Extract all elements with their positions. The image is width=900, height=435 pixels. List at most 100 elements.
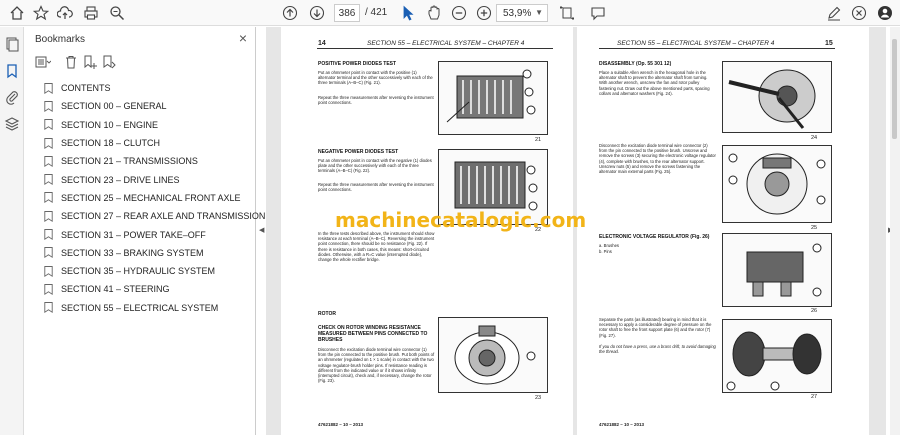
- paragraph: Repeat the three measurements after reve…: [318, 182, 434, 193]
- bookmark-item[interactable]: SECTION 21 – TRANSMISSIONS: [25, 152, 256, 170]
- bookmark-item[interactable]: SECTION 27 – REAR AXLE AND TRANSMISSION: [25, 207, 265, 225]
- zoom-in-icon[interactable]: [475, 4, 493, 22]
- bookmarks-title: Bookmarks: [35, 34, 86, 45]
- page-number-input[interactable]: 386: [334, 4, 360, 22]
- bookmark-item[interactable]: CONTENTS: [25, 79, 256, 97]
- home-icon[interactable]: [8, 4, 26, 22]
- bookmark-item[interactable]: SECTION 31 – POWER TAKE–OFF: [25, 225, 256, 243]
- page-number: 14: [318, 40, 326, 47]
- close-icon[interactable]: ×: [239, 30, 247, 46]
- header-rule: [317, 48, 553, 49]
- bookmark-icon: [44, 302, 53, 314]
- bookmark-item[interactable]: SECTION 10 – ENGINE: [25, 116, 256, 134]
- bookmark-icon: [44, 174, 53, 186]
- document-viewer[interactable]: 14 SECTION 55 – ELECTRICAL SYSTEM – CHAP…: [266, 27, 886, 435]
- cloud-upload-icon[interactable]: [56, 4, 74, 22]
- bookmark-icon: [44, 119, 53, 131]
- figure-image: [438, 61, 548, 135]
- zoom-value: 53,9%: [503, 7, 532, 19]
- page-down-icon[interactable]: [308, 4, 326, 22]
- zoom-out-icon[interactable]: [450, 4, 468, 22]
- collapse-panel-icon[interactable]: ◀: [259, 226, 264, 234]
- bookmark-label: SECTION 18 – CLUTCH: [61, 138, 161, 149]
- zoom-select[interactable]: 53,9% ▼: [496, 4, 548, 22]
- page-footer: 47621882 – 10 – 2013: [599, 422, 645, 427]
- print-icon[interactable]: [82, 4, 100, 22]
- watermark-text: machinecatalogic.com: [335, 208, 587, 232]
- paragraph: Place a suitable Allen wrench in the hex…: [599, 70, 710, 96]
- bookmark-icon: [44, 210, 53, 222]
- figure-number: 23: [535, 395, 542, 401]
- bookmark-list: CONTENTS SECTION 00 – GENERAL SECTION 10…: [25, 79, 265, 317]
- bookmark-item[interactable]: SECTION 35 – HYDRAULIC SYSTEM: [25, 262, 256, 280]
- bookmark-icon: [44, 100, 53, 112]
- options-menu-icon[interactable]: [35, 54, 52, 70]
- bookmark-label: SECTION 21 – TRANSMISSIONS: [61, 156, 198, 167]
- select-cursor-icon[interactable]: [399, 4, 417, 22]
- account-icon[interactable]: [876, 4, 894, 22]
- figure-image: [722, 233, 832, 307]
- bookmark-icon[interactable]: [4, 63, 20, 79]
- bookmark-tag-icon[interactable]: [101, 54, 117, 70]
- share-icon[interactable]: [850, 4, 868, 22]
- bookmark-icon: [44, 155, 53, 167]
- bookmark-icon: [44, 229, 53, 241]
- vertical-scrollbar[interactable]: [890, 27, 900, 435]
- bookmark-icon: [44, 82, 53, 94]
- bookmark-item[interactable]: SECTION 00 – GENERAL: [25, 97, 256, 115]
- paragraph: Repeat the three measurements after reve…: [318, 95, 434, 106]
- figure-number: 27: [811, 394, 818, 400]
- bookmark-item[interactable]: SECTION 33 – BRAKING SYSTEM: [25, 244, 256, 262]
- paragraph: Disconnect the excitation diode terminal…: [318, 347, 435, 384]
- page-right: SECTION 55 – ELECTRICAL SYSTEM – CHAPTER…: [577, 27, 869, 435]
- chevron-down-icon: ▼: [535, 8, 543, 17]
- bookmark-item[interactable]: SECTION 18 – CLUTCH: [25, 134, 256, 152]
- section-heading: NEGATIVE POWER DIODES TEST: [318, 149, 399, 155]
- comment-icon[interactable]: [589, 4, 607, 22]
- new-bookmark-icon[interactable]: [82, 54, 98, 70]
- paragraph: Put an ohmmeter point in contact with th…: [318, 158, 432, 174]
- bookmark-item[interactable]: SECTION 55 – ELECTRICAL SYSTEM: [25, 299, 256, 317]
- page-number: 15: [825, 40, 833, 47]
- toolbar: 386 / 421 53,9% ▼: [0, 0, 900, 26]
- bookmark-icon: [44, 247, 53, 259]
- figure-image: [722, 61, 832, 133]
- hand-tool-icon[interactable]: [425, 4, 443, 22]
- bookmark-label: SECTION 27 – REAR AXLE AND TRANSMISSION: [61, 211, 266, 222]
- bookmark-label: SECTION 35 – HYDRAULIC SYSTEM: [61, 266, 216, 277]
- bookmark-label: SECTION 10 – ENGINE: [61, 119, 159, 130]
- search-icon[interactable]: [108, 4, 126, 22]
- attachment-icon[interactable]: [4, 89, 20, 105]
- bookmark-icon: [44, 137, 53, 149]
- page-header: SECTION 55 – ELECTRICAL SYSTEM – CHAPTER…: [617, 40, 775, 47]
- figure-number: 24: [811, 135, 818, 141]
- bookmark-label: SECTION 25 – MECHANICAL FRONT AXLE: [61, 192, 241, 203]
- figure-image: [438, 317, 548, 393]
- bookmark-item[interactable]: SECTION 23 – DRIVE LINES: [25, 170, 256, 188]
- bookmark-label: CONTENTS: [61, 83, 111, 94]
- scrollbar-thumb[interactable]: [892, 39, 897, 139]
- bookmark-label: SECTION 33 – BRAKING SYSTEM: [61, 247, 204, 258]
- bookmark-label: SECTION 55 – ELECTRICAL SYSTEM: [61, 302, 219, 313]
- figure-image: [722, 145, 832, 223]
- paragraph: Put an ohmmeter point in contact with th…: [318, 70, 433, 86]
- section-heading: POSITIVE POWER DIODES TEST: [318, 61, 397, 67]
- bookmark-item[interactable]: SECTION 41 – STEERING: [25, 280, 256, 298]
- fit-page-icon[interactable]: [558, 4, 576, 22]
- section-heading: ELECTRONIC VOLTAGE REGULATOR (Fig. 26): [599, 234, 710, 240]
- star-icon[interactable]: [32, 4, 50, 22]
- page-up-icon[interactable]: [281, 4, 299, 22]
- paragraph: Disconnect the excitation diode terminal…: [599, 143, 716, 175]
- delete-icon[interactable]: [63, 54, 79, 70]
- layers-icon[interactable]: [4, 116, 20, 132]
- bookmarks-panel: Bookmarks × CONTENTS SECTION 00 – GENERA…: [25, 27, 265, 435]
- thumbnails-icon[interactable]: [4, 36, 20, 52]
- bookmark-icon: [44, 283, 53, 295]
- bookmark-item[interactable]: SECTION 25 – MECHANICAL FRONT AXLE: [25, 189, 256, 207]
- edit-pen-icon[interactable]: [825, 4, 843, 22]
- list-item: b. Pins: [599, 249, 612, 254]
- bookmark-label: SECTION 41 – STEERING: [61, 284, 170, 295]
- section-heading: CHECK ON ROTOR WINDING RESISTANCE MEASUR…: [318, 325, 428, 343]
- note: If you do not have a press, use a brass …: [599, 344, 716, 355]
- figure-number: 25: [811, 225, 818, 231]
